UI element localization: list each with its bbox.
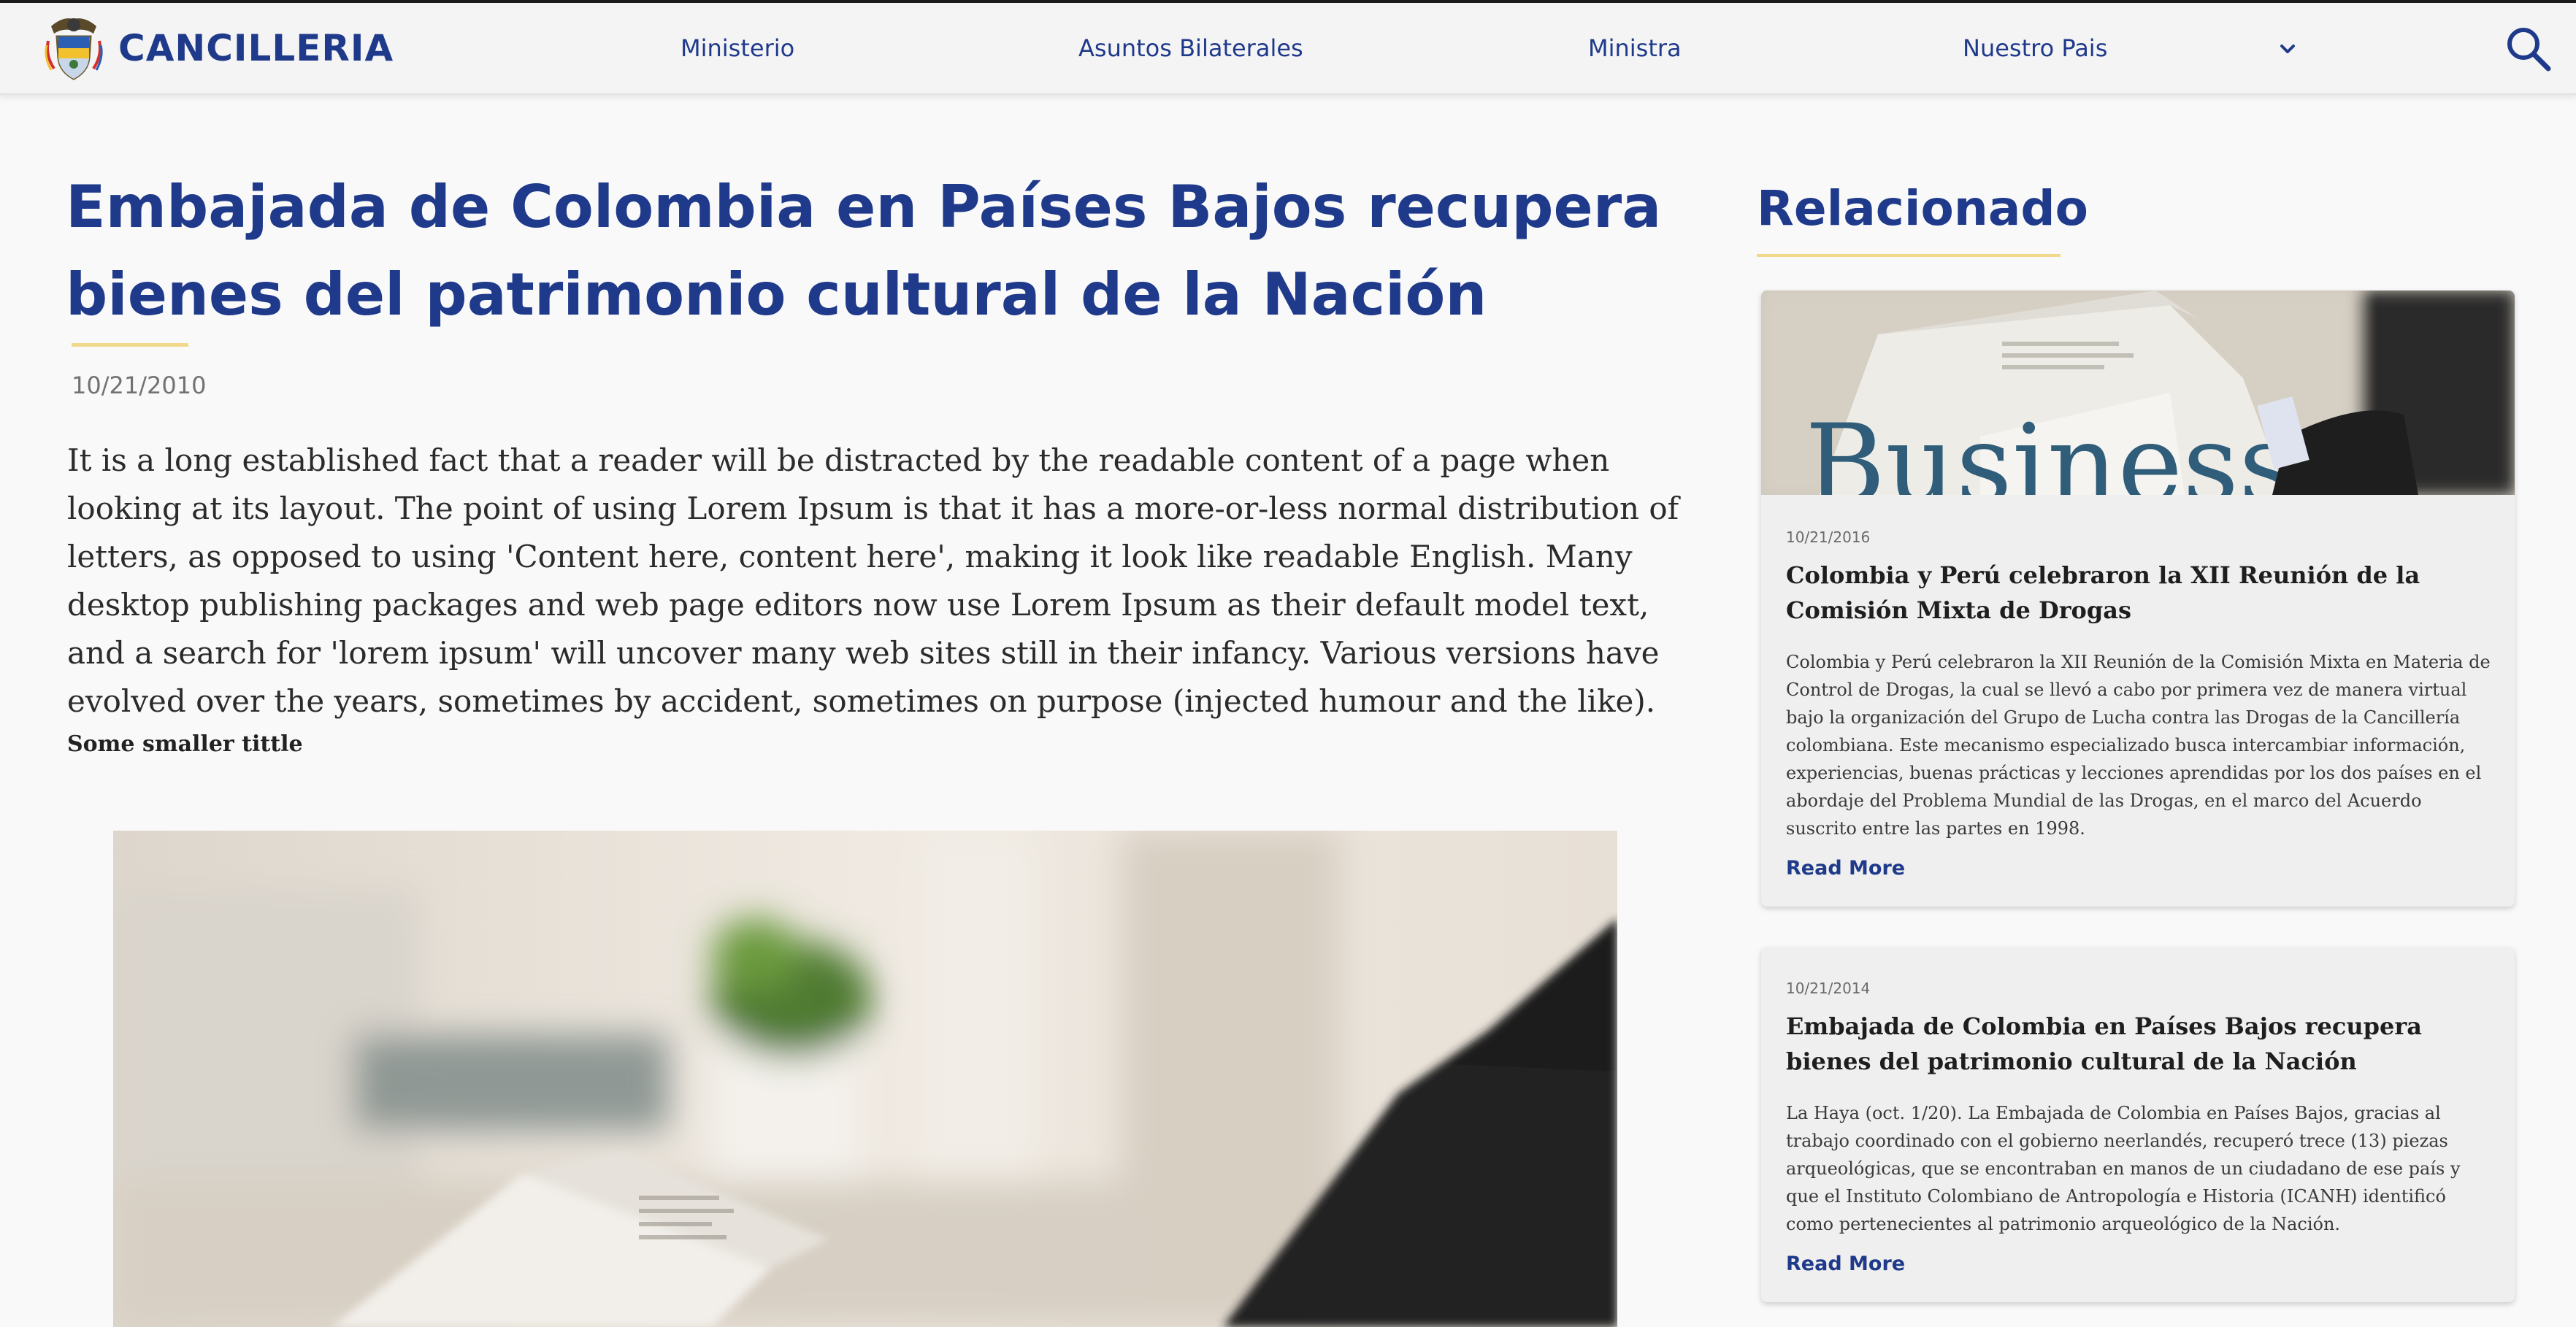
article-subtitle: Some smaller tittle bbox=[67, 731, 303, 757]
card-image[interactable]: Business bbox=[1761, 291, 2515, 528]
card-summary: Colombia y Perú celebraron la XII Reunió… bbox=[1786, 652, 2491, 839]
related-card: 10/21/2014 Embajada de Colombia en Paíse… bbox=[1761, 947, 2515, 1302]
related-card: Business 10/21/2016 Colombia y Perú cele… bbox=[1761, 291, 2515, 907]
article-title: Embajada de Colombia en Países Bajos rec… bbox=[66, 173, 1662, 328]
card-date: 10/21/2016 bbox=[1786, 528, 1871, 546]
nav-nuestro-pais[interactable]: Nuestro Pais bbox=[1963, 28, 2107, 69]
card-date: 10/21/2014 bbox=[1786, 980, 1871, 997]
card-title[interactable]: Colombia y Perú celebraron la XII Reunió… bbox=[1786, 558, 2491, 628]
read-more-link[interactable]: Read More bbox=[1786, 854, 1905, 883]
nav-asuntos-bilaterales[interactable]: Asuntos Bilaterales bbox=[1078, 28, 1303, 69]
card-title[interactable]: Embajada de Colombia en Países Bajos rec… bbox=[1786, 1009, 2491, 1079]
colombia-coat-of-arms-icon[interactable] bbox=[41, 12, 107, 85]
read-more-link[interactable]: Read More bbox=[1786, 1250, 1905, 1279]
chevron-down-icon[interactable] bbox=[2277, 38, 2299, 60]
nav-ministerio[interactable]: Ministerio bbox=[681, 28, 794, 69]
article-date: 10/21/2010 bbox=[72, 372, 207, 399]
card-summary: La Haya (oct. 1/20). La Embajada de Colo… bbox=[1786, 1103, 2461, 1234]
nav-ministra[interactable]: Ministra bbox=[1588, 28, 1682, 69]
card-image-text: Business bbox=[1805, 401, 2295, 495]
title-underline bbox=[72, 343, 188, 347]
site-brand[interactable]: CANCILLERIA bbox=[118, 25, 394, 72]
site-header: CANCILLERIA Ministerio Asuntos Bilateral… bbox=[0, 3, 2576, 95]
article-hero-image bbox=[113, 831, 1617, 1327]
sidebar-title-underline bbox=[1757, 254, 2061, 257]
search-icon[interactable] bbox=[2504, 25, 2553, 73]
article-body: It is a long established fact that a rea… bbox=[67, 442, 1679, 719]
sidebar-title: Relacionado bbox=[1757, 180, 2088, 236]
